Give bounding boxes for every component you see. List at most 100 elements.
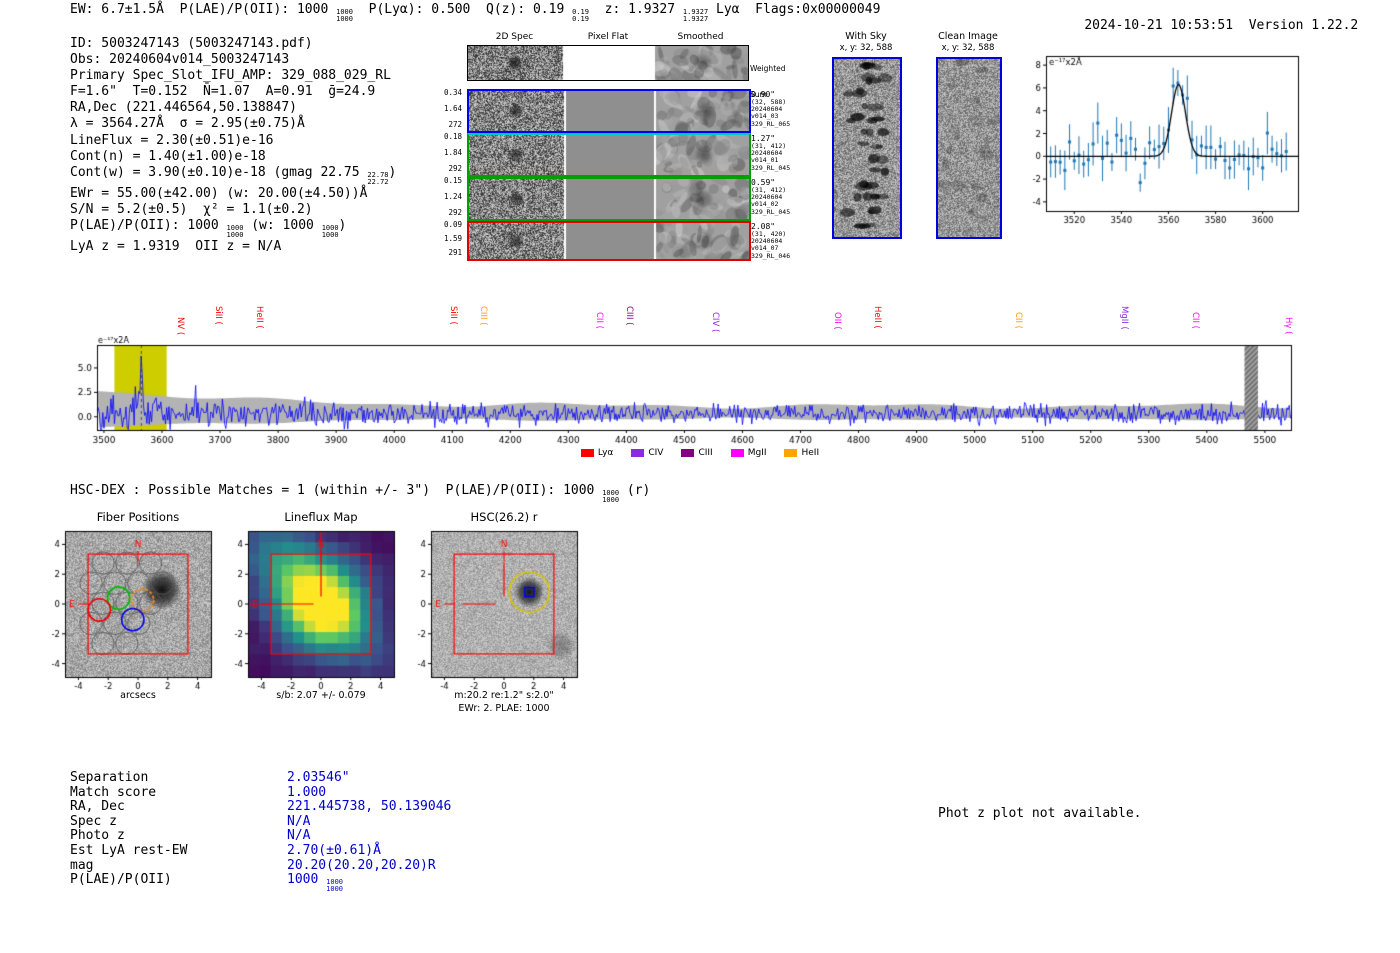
spec2d-left-value: 1.59 [443,234,462,243]
spec2d-annotation: 329_RL_065 [751,119,791,128]
legend-color-box [784,449,798,457]
text-segment: N/A [287,828,311,844]
info-line: F=1.6" T=0.152 N̄=1.07 A=0.91 ḡ=24.9 [70,84,396,100]
info-line: LineFlux = 2.30(±0.51)e-16 [70,133,396,149]
match-table-row: Est LyA rest-EW 2.70(±0.61)Å [70,842,451,859]
stacked-fraction: 1000 1000 [227,224,244,239]
match-table-value: 20.20(20.20,20.20)R [287,858,436,873]
fraction-bottom: 22.72 [367,177,389,186]
stacked-fraction: 1000 1000 [602,490,619,504]
spec2d-row-image [467,133,751,177]
clean-image [936,57,1002,239]
spec2d-annotation: 329_RL_045 [751,163,791,172]
text-segment: Obs: 20240604v014_5003247143 [70,52,290,68]
emission-line-label: OII ( [831,311,842,330]
stacked-fraction: 22.78 22.72 [367,171,389,186]
text-segment: LineFlux = 2.30(±0.51)e-16 [70,132,274,148]
text-segment: Cont(w) = 3.90(±0.10)e-18 (gmag 22.75 [70,164,368,180]
info-line: S/N = 5.2(±0.5) χ² = 1.1(±0.2) [70,202,396,218]
text-segment: HSC-DEX : Possible Matches = 1 (within +… [70,483,603,498]
spec2d-row-annotations: 2.08" (31, 420) 20240604 v014_07 329_RL_046 [751,222,795,260]
text-segment: 20.20(20.20,20.20)R [287,857,436,873]
text-segment: P(Lyα): 0.500 Q(z): 0.19 [352,2,573,17]
info-line: EWr = 55.00(±42.00) (w: 20.00(±4.50))Å [70,186,396,202]
info-line: P(LAE)/P(OII): 1000 1000 1000 (w: 1000 10… [70,218,396,239]
spec2d-left-value: 0.15 [443,176,462,185]
fiber-positions-plot [43,525,219,697]
match-table-label: Est LyA rest-EW [70,842,188,858]
emission-line-label: NV ( [175,316,186,335]
match-table-value: 1.000 [287,785,326,800]
emission-line-label: CIII ( [624,306,635,326]
spec2d-row-image [467,89,751,133]
match-table-value: N/A [287,828,311,844]
legend-item: MgII [730,448,766,458]
emission-line-label: Hγ ( [1282,316,1293,335]
text-segment: Primary Spec_Slot_IFU_AMP: 329_088_029_R… [70,68,391,84]
match-table-row: Separation 2.03546" [70,770,451,786]
fraction-bottom: 0.19 [572,15,589,23]
text-segment: RA,Dec (221.446564,50.138847) [70,100,297,116]
spec2d-left-value: 1.64 [443,104,462,113]
clean-image-title: Clean Image [938,31,998,42]
stacked-fraction: 1000 1000 [336,9,353,23]
text-segment: λ = 3564.27Å σ = 2.95(±0.75)Å [70,116,305,132]
info-line: Obs: 20240604v014_5003247143 [70,52,396,68]
legend-item: HeII [784,448,819,458]
match-table: Separation 2.03546" Match score 1.000 RA, De… [70,770,452,893]
lineflux-map-xlabel: s/b: 2.07 +/- 0.079 [276,690,366,701]
match-table-value: 2.03546" [287,770,350,785]
text-segment: EWr = 55.00(±42.00) (w: 20.00(±4.50))Å [70,185,368,201]
clean-image-coords: x, y: 32, 588 [941,43,995,53]
fraction-bottom: 1.9327 [682,15,709,23]
spec2d-row-image [467,45,749,81]
emission-line-label: HeII ( [871,306,882,329]
emission-line-label: MgII ( [1118,306,1129,330]
text-segment: ) [388,164,397,180]
line-fit-plot [1016,48,1308,228]
emission-line-label: SiII ( [213,306,224,325]
spec2d-left-value: 292 [448,208,462,217]
fraction-bottom: 1000 [321,230,339,239]
with-sky-image [832,57,902,239]
fraction-bottom: 1000 [602,496,620,504]
spec2d-row-left-values: 0.18 1.84 292 [436,133,462,173]
match-table-row: Spec z N/A [70,813,451,830]
text-segment: F=1.6" T=0.152 N̄=1.07 A=0.91 ḡ=24.9 [70,84,376,100]
lineflux-map-plot [226,525,402,697]
text-segment: N/A [287,813,311,829]
legend-item-label: HeII [801,448,820,458]
spec2d-left-value: 0.34 [443,88,462,97]
text-segment: 2.70(±0.61)Å [287,842,381,858]
photz-note: Phot z plot not available. [938,806,1142,821]
emission-line-label: CII ( [594,311,605,329]
text-segment: 1000 [287,872,327,888]
text-segment: ) [338,217,347,233]
hsc-cutout-xlabel2: EWr: 2. PLAE: 1000 [458,703,550,714]
with-sky-coords: x, y: 32, 588 [839,43,893,53]
emission-line-label: CII ( [1189,311,1200,329]
spec2d-row-annotations: 1.27" (31, 412) 20240604 v014_01 329_RL_045 [751,134,795,172]
text-segment: 1.000 [287,784,327,800]
spec2d-col-header-smoothed: Smoothed [677,32,724,42]
stacked-fraction: 0.19 0.19 [572,9,589,23]
info-line: λ = 3564.27Å σ = 2.95(±0.75)Å [70,116,396,132]
stacked-fraction: 1000 1000 [326,879,343,893]
detection-info-block: ID: 5003247143 (5003247143.pdf) Obs: 2024… [70,36,396,255]
fraction-bottom: 1000 [336,15,353,23]
text-segment: (r) [619,483,651,498]
text-segment: S/N = 5.2(±0.5) χ² = 1.1(±0.2) [70,201,313,217]
text-segment: 221.445738, 50.139046 [287,799,452,815]
legend-item-label: Lyα [597,448,614,458]
text-segment: LyA z = 1.9319 OII z = N/A [70,238,282,254]
text-segment: EW: 6.7±1.5Å P(LAE)/P(OII): 1000 [70,2,337,17]
spec2d-left-value: 0.09 [443,220,462,229]
header-meta: 2024-10-21 10:53:51 Version 1.22.2 [1053,2,1358,50]
emission-line-label: CIII ( [478,306,489,326]
lineflux-map-title: Lineflux Map [284,510,358,524]
legend-color-box [580,449,594,457]
spec2d-col-header-2dspec: 2D Spec [495,32,534,42]
info-line: Primary Spec_Slot_IFU_AMP: 329_088_029_R… [70,68,396,84]
match-table-value: 2.70(±0.61)Å [287,843,381,858]
match-table-row: RA, Dec 221.445738, 50.139046 [70,799,452,815]
